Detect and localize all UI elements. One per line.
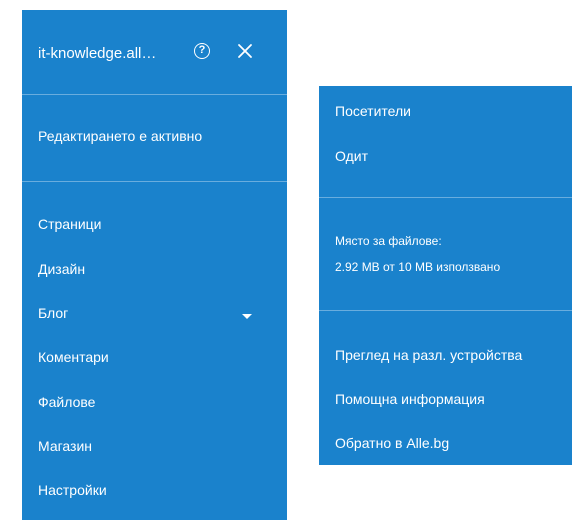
storage-label: Място за файлове: (335, 234, 442, 248)
left-menu-panel: it-knowledge.all… ? Редактирането е акти… (22, 10, 287, 520)
menu-item-pages[interactable]: Страници (38, 216, 102, 232)
menu-item-back-to-alle[interactable]: Обратно в Alle.bg (335, 435, 449, 451)
storage-usage: 2.92 MB от 10 MB използвано (335, 260, 501, 274)
menu-item-design[interactable]: Дизайн (38, 261, 85, 277)
menu-item-visitors[interactable]: Посетители (335, 103, 411, 119)
menu-item-audit[interactable]: Одит (335, 148, 368, 164)
editing-status[interactable]: Редактирането е активно (38, 128, 202, 144)
menu-item-device-preview[interactable]: Преглед на разл. устройства (335, 347, 522, 363)
divider (22, 181, 287, 182)
menu-item-comments[interactable]: Коментари (38, 349, 109, 365)
right-menu-panel: Посетители Одит Място за файлове: 2.92 M… (319, 86, 572, 465)
menu-item-shop[interactable]: Магазин (38, 438, 92, 454)
panel-header: it-knowledge.all… ? (22, 10, 287, 94)
divider (319, 197, 572, 198)
caret-down-icon[interactable] (242, 314, 252, 319)
menu-item-settings[interactable]: Настройки (38, 482, 107, 498)
site-name[interactable]: it-knowledge.all… (38, 45, 156, 62)
close-icon[interactable] (236, 42, 254, 60)
menu-item-help-info[interactable]: Помощна информация (335, 391, 485, 407)
menu-item-files[interactable]: Файлове (38, 394, 95, 410)
question-circle-icon[interactable]: ? (194, 43, 210, 59)
divider (319, 310, 572, 311)
menu-item-blog[interactable]: Блог (38, 305, 68, 321)
divider (22, 94, 287, 95)
